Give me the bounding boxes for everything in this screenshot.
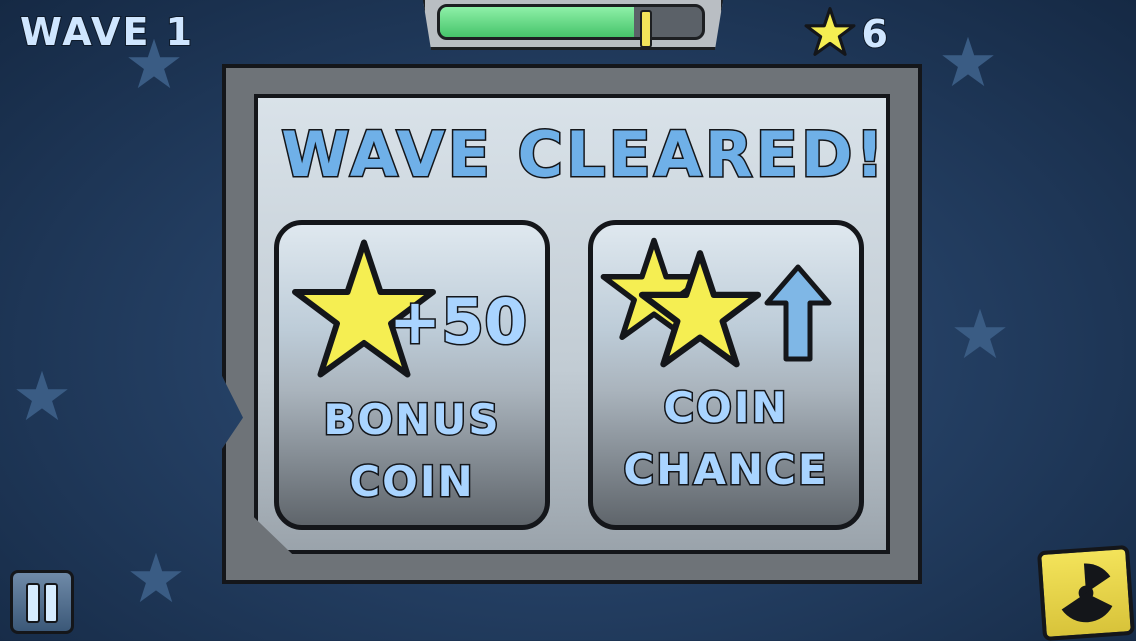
card-label-line1: BONUS xyxy=(322,394,501,446)
radiation-icon xyxy=(1061,563,1113,623)
bonus-coin-card[interactable]: +50 BONUS COIN xyxy=(274,220,550,530)
card-label-line1: COIN xyxy=(662,382,789,434)
up-arrow-icon xyxy=(764,264,832,362)
health-bar xyxy=(437,4,705,40)
pause-button[interactable] xyxy=(10,570,74,634)
star-icon xyxy=(638,250,762,368)
coin-chance-card[interactable]: COIN CHANCE xyxy=(588,220,864,530)
card-label-line2: CHANCE xyxy=(622,444,829,496)
panel-title: WAVE CLEARED! xyxy=(280,117,887,193)
health-bar-fill xyxy=(440,7,634,37)
background-star-icon xyxy=(14,368,70,424)
background-star-icon xyxy=(128,550,184,606)
wave-label: WAVE 1 xyxy=(19,9,195,55)
star-icon xyxy=(804,6,856,62)
health-bar-marker xyxy=(640,10,652,48)
background-star-icon xyxy=(940,34,996,90)
star-count: 6 xyxy=(861,11,890,57)
background-star-icon xyxy=(952,306,1008,362)
card-label-line2: COIN xyxy=(348,456,475,508)
bonus-amount: +50 xyxy=(387,284,528,360)
nuke-button[interactable] xyxy=(1036,544,1136,641)
